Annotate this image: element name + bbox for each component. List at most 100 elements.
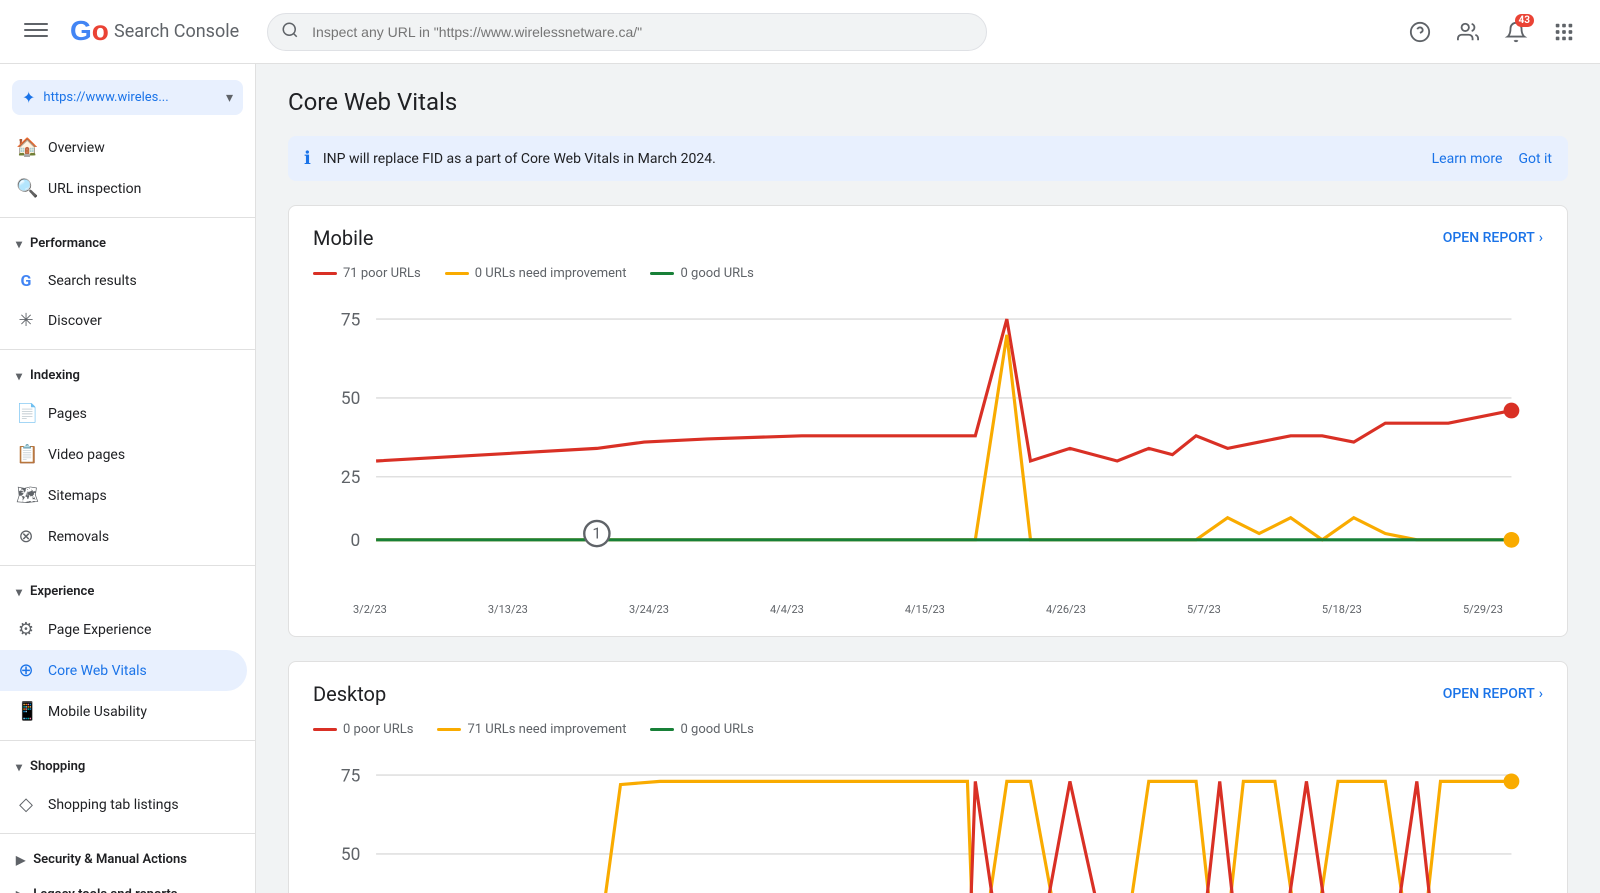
sidebar-item-label: Discover xyxy=(48,313,102,329)
mobile-chart-svg: 75 50 25 0 xyxy=(313,297,1543,597)
removals-icon: ⊗ xyxy=(16,526,36,547)
legend-poor-label: 0 poor URLs xyxy=(343,722,413,737)
sidebar-item-search-results[interactable]: G Search results xyxy=(0,261,247,300)
mobile-orange-line xyxy=(376,335,1511,540)
sidebar-section-experience[interactable]: ▾ Experience xyxy=(0,574,255,609)
legend-improvement-line xyxy=(445,272,469,275)
sidebar-divider-1 xyxy=(0,217,255,218)
got-it-link[interactable]: Got it xyxy=(1518,151,1552,167)
sidebar-item-pages[interactable]: 📄 Pages xyxy=(0,393,247,434)
sidebar-item-video-pages[interactable]: 📋 Video pages xyxy=(0,434,247,475)
cwv-icon: ⊕ xyxy=(16,660,36,681)
sidebar-item-label: Page Experience xyxy=(48,622,151,638)
mobile-x-labels: 3/2/23 3/13/23 3/24/23 4/4/23 4/15/23 4/… xyxy=(313,603,1543,616)
mobile-x-label-3: 3/24/23 xyxy=(629,603,669,616)
collapse-icon: ▶ xyxy=(16,853,25,867)
sidebar-item-label: Removals xyxy=(48,529,109,545)
menu-icon[interactable] xyxy=(16,10,56,54)
home-icon: 🏠 xyxy=(16,137,36,158)
desktop-chart-svg: 75 50 25 0 xyxy=(313,753,1543,893)
svg-text:75: 75 xyxy=(341,766,361,786)
mobile-x-label-8: 5/18/23 xyxy=(1322,603,1362,616)
mobile-open-report-link[interactable]: OPEN REPORT › xyxy=(1443,230,1543,246)
legend-improvement-label: 71 URLs need improvement xyxy=(467,722,626,737)
svg-text:25: 25 xyxy=(341,468,361,488)
apps-button[interactable] xyxy=(1544,12,1584,52)
svg-text:50: 50 xyxy=(341,389,360,409)
property-url: https://www.wireles... xyxy=(43,90,218,105)
open-report-arrow-icon: › xyxy=(1539,230,1543,246)
property-star-icon: ✦ xyxy=(22,88,35,107)
mobile-red-end-dot xyxy=(1504,403,1520,419)
sidebar-item-discover[interactable]: ✳ Discover xyxy=(0,300,247,341)
sidebar-item-page-experience[interactable]: ⚙ Page Experience xyxy=(0,609,247,650)
open-report-label: OPEN REPORT xyxy=(1443,230,1535,246)
mobile-chart-header: Mobile OPEN REPORT › xyxy=(313,226,1543,250)
open-report-arrow-icon: › xyxy=(1539,686,1543,702)
legend-good: 0 good URLs xyxy=(650,722,753,737)
sidebar-section-performance[interactable]: ▾ Performance xyxy=(0,226,255,261)
search-input[interactable] xyxy=(267,13,987,51)
banner-text: INP will replace FID as a part of Core W… xyxy=(323,151,1420,167)
pages-icon: 📄 xyxy=(16,403,36,424)
learn-more-link[interactable]: Learn more xyxy=(1432,151,1503,167)
svg-text:75: 75 xyxy=(341,310,361,330)
account-button[interactable] xyxy=(1448,12,1488,52)
page-title: Core Web Vitals xyxy=(288,88,1568,116)
sidebar-divider-3 xyxy=(0,565,255,566)
sidebar-item-label: URL inspection xyxy=(48,181,141,197)
legend-improvement-line xyxy=(437,728,461,731)
sidebar-item-shopping-tab[interactable]: ◇ Shopping tab listings xyxy=(0,784,247,825)
sidebar-item-mobile-usability[interactable]: 📱 Mobile Usability xyxy=(0,691,247,732)
sidebar-section-legacy[interactable]: ▶ Legacy tools and reports xyxy=(0,877,255,893)
sidebar: ✦ https://www.wireles... ▾ 🏠 Overview 🔍 … xyxy=(0,64,256,893)
legend-improvement: 71 URLs need improvement xyxy=(437,722,626,737)
section-label: Experience xyxy=(30,584,94,599)
page-exp-icon: ⚙ xyxy=(16,619,36,640)
mobile-x-label-9: 5/29/23 xyxy=(1463,603,1503,616)
mobile-red-line xyxy=(376,319,1511,461)
main-content: Core Web Vitals ℹ INP will replace FID a… xyxy=(256,64,1600,893)
open-report-label: OPEN REPORT xyxy=(1443,686,1535,702)
notifications-button[interactable]: 43 xyxy=(1496,12,1536,52)
legend-good-line xyxy=(650,272,674,275)
svg-text:0: 0 xyxy=(351,531,361,551)
mobile-icon: 📱 xyxy=(16,701,36,722)
svg-text:Google: Google xyxy=(70,15,108,46)
legend-poor-label: 71 poor URLs xyxy=(343,266,421,281)
mobile-x-label-5: 4/15/23 xyxy=(905,603,945,616)
sidebar-item-removals[interactable]: ⊗ Removals xyxy=(0,516,247,557)
app-body: ✦ https://www.wireles... ▾ 🏠 Overview 🔍 … xyxy=(0,64,1600,893)
section-label: Legacy tools and reports xyxy=(33,887,177,893)
sidebar-item-overview[interactable]: 🏠 Overview xyxy=(0,127,247,168)
sidebar-section-indexing[interactable]: ▾ Indexing xyxy=(0,358,255,393)
sidebar-section-security[interactable]: ▶ Security & Manual Actions xyxy=(0,842,255,877)
sidebar-item-label: Core Web Vitals xyxy=(48,663,147,679)
notification-badge: 43 xyxy=(1515,14,1534,27)
section-label: Shopping xyxy=(30,759,85,774)
sidebar-item-label: Video pages xyxy=(48,447,125,463)
url-selector[interactable]: ✦ https://www.wireles... ▾ xyxy=(12,80,243,115)
sidebar-item-core-web-vitals[interactable]: ⊕ Core Web Vitals xyxy=(0,650,247,691)
help-button[interactable] xyxy=(1400,12,1440,52)
legend-good-label: 0 good URLs xyxy=(680,722,753,737)
mobile-x-label-6: 4/26/23 xyxy=(1046,603,1086,616)
topbar: Google Search Console 43 xyxy=(0,0,1600,64)
sidebar-item-label: Sitemaps xyxy=(48,488,107,504)
section-label: Indexing xyxy=(30,368,80,383)
legend-good-line xyxy=(650,728,674,731)
sidebar-item-url-inspection[interactable]: 🔍 URL inspection xyxy=(0,168,247,209)
app-title: Search Console xyxy=(114,21,239,42)
mobile-x-label-2: 3/13/23 xyxy=(488,603,528,616)
desktop-open-report-link[interactable]: OPEN REPORT › xyxy=(1443,686,1543,702)
section-label: Security & Manual Actions xyxy=(33,852,187,867)
sidebar-item-label: Search results xyxy=(48,273,137,289)
legend-improvement: 0 URLs need improvement xyxy=(445,266,627,281)
sidebar-item-sitemaps[interactable]: 🗺 Sitemaps xyxy=(0,475,247,516)
collapse-icon: ▶ xyxy=(16,888,25,893)
search-bar[interactable] xyxy=(267,13,987,51)
sidebar-section-shopping[interactable]: ▾ Shopping xyxy=(0,749,255,784)
legend-poor-line xyxy=(313,272,337,275)
video-icon: 📋 xyxy=(16,444,36,465)
topbar-actions: 43 xyxy=(1400,12,1584,52)
